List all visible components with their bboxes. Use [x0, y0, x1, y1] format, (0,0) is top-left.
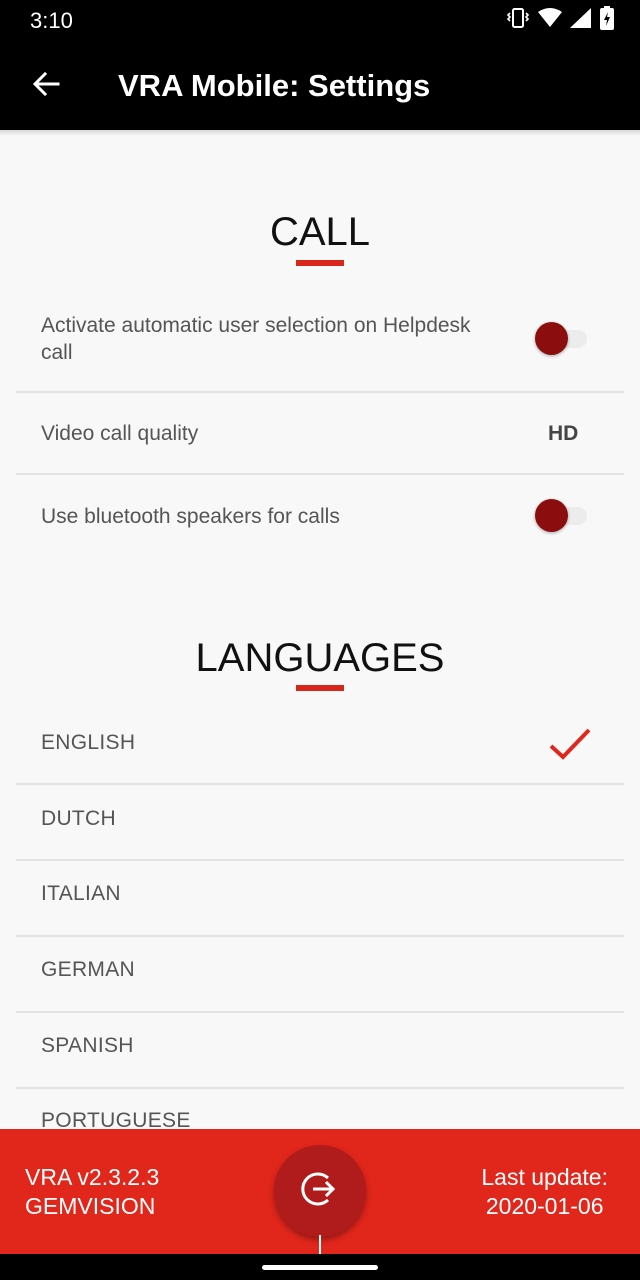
- status-bar: 3:10: [0, 0, 640, 40]
- status-time: 3:10: [30, 8, 73, 33]
- setting-label: Use bluetooth speakers for calls: [41, 505, 340, 528]
- battery-charging-icon: [600, 5, 614, 35]
- language-item-german[interactable]: GERMAN: [16, 937, 624, 1011]
- setting-row-auto-user-selection[interactable]: Activate automatic user selection on Hel…: [16, 300, 624, 392]
- toggle-thumb: [535, 499, 568, 532]
- checkmark-icon: [548, 726, 592, 767]
- logout-button[interactable]: [274, 1145, 366, 1237]
- languages-section-title: LANGUAGES: [195, 636, 445, 680]
- last-update-date: 2020-01-06: [485, 1193, 604, 1219]
- language-item-spanish[interactable]: SPANISH: [16, 1013, 624, 1087]
- video-quality-value: HD: [548, 422, 579, 445]
- toggle-thumb: [535, 322, 568, 355]
- language-label: SPANISH: [41, 1034, 134, 1057]
- auto-user-selection-toggle[interactable]: [535, 320, 591, 356]
- back-button[interactable]: [22, 64, 70, 108]
- status-icons: [506, 5, 614, 35]
- setting-row-bluetooth-speakers[interactable]: Use bluetooth speakers for calls: [16, 475, 624, 557]
- logout-stem: [319, 1235, 321, 1254]
- app-bar-shadow: [0, 130, 640, 136]
- home-indicator[interactable]: [262, 1265, 378, 1270]
- bluetooth-speakers-toggle[interactable]: [535, 497, 591, 533]
- setting-row-video-quality[interactable]: Video call quality HD: [16, 393, 624, 473]
- language-label: ENGLISH: [41, 731, 136, 754]
- footer-bar: VRA v2.3.2.3 GEMVISION Last update: 2020…: [0, 1129, 640, 1254]
- logout-icon: [300, 1169, 340, 1214]
- setting-label: Activate automatic user selection on Hel…: [41, 314, 471, 364]
- last-update-label: Last update:: [481, 1164, 608, 1190]
- company-name: GEMVISION: [25, 1193, 156, 1219]
- app-version-info: VRA v2.3.2.3 GEMVISION: [25, 1163, 159, 1221]
- language-item-english[interactable]: ENGLISH: [16, 706, 624, 782]
- language-item-portuguese[interactable]: PORTUGUESE: [16, 1089, 624, 1132]
- signal-icon: [570, 7, 592, 33]
- call-section-underline: [296, 260, 344, 266]
- system-nav-bar: [0, 1254, 640, 1280]
- language-label: GERMAN: [41, 958, 135, 981]
- app-bar: VRA Mobile: Settings: [0, 40, 640, 130]
- page-title: VRA Mobile: Settings: [118, 68, 431, 103]
- vibrate-icon: [506, 7, 530, 34]
- call-section-title: CALL: [269, 210, 371, 254]
- languages-section-underline: [296, 685, 344, 691]
- language-label: DUTCH: [41, 807, 116, 830]
- setting-label: Video call quality: [41, 422, 199, 445]
- wifi-icon: [538, 7, 562, 33]
- last-update-info: Last update: 2020-01-06: [481, 1163, 608, 1221]
- language-item-dutch[interactable]: DUTCH: [16, 785, 624, 859]
- app-version: VRA v2.3.2.3: [25, 1164, 160, 1190]
- arrow-left-icon: [32, 71, 60, 101]
- language-label: ITALIAN: [41, 882, 121, 905]
- language-item-italian[interactable]: ITALIAN: [16, 861, 624, 935]
